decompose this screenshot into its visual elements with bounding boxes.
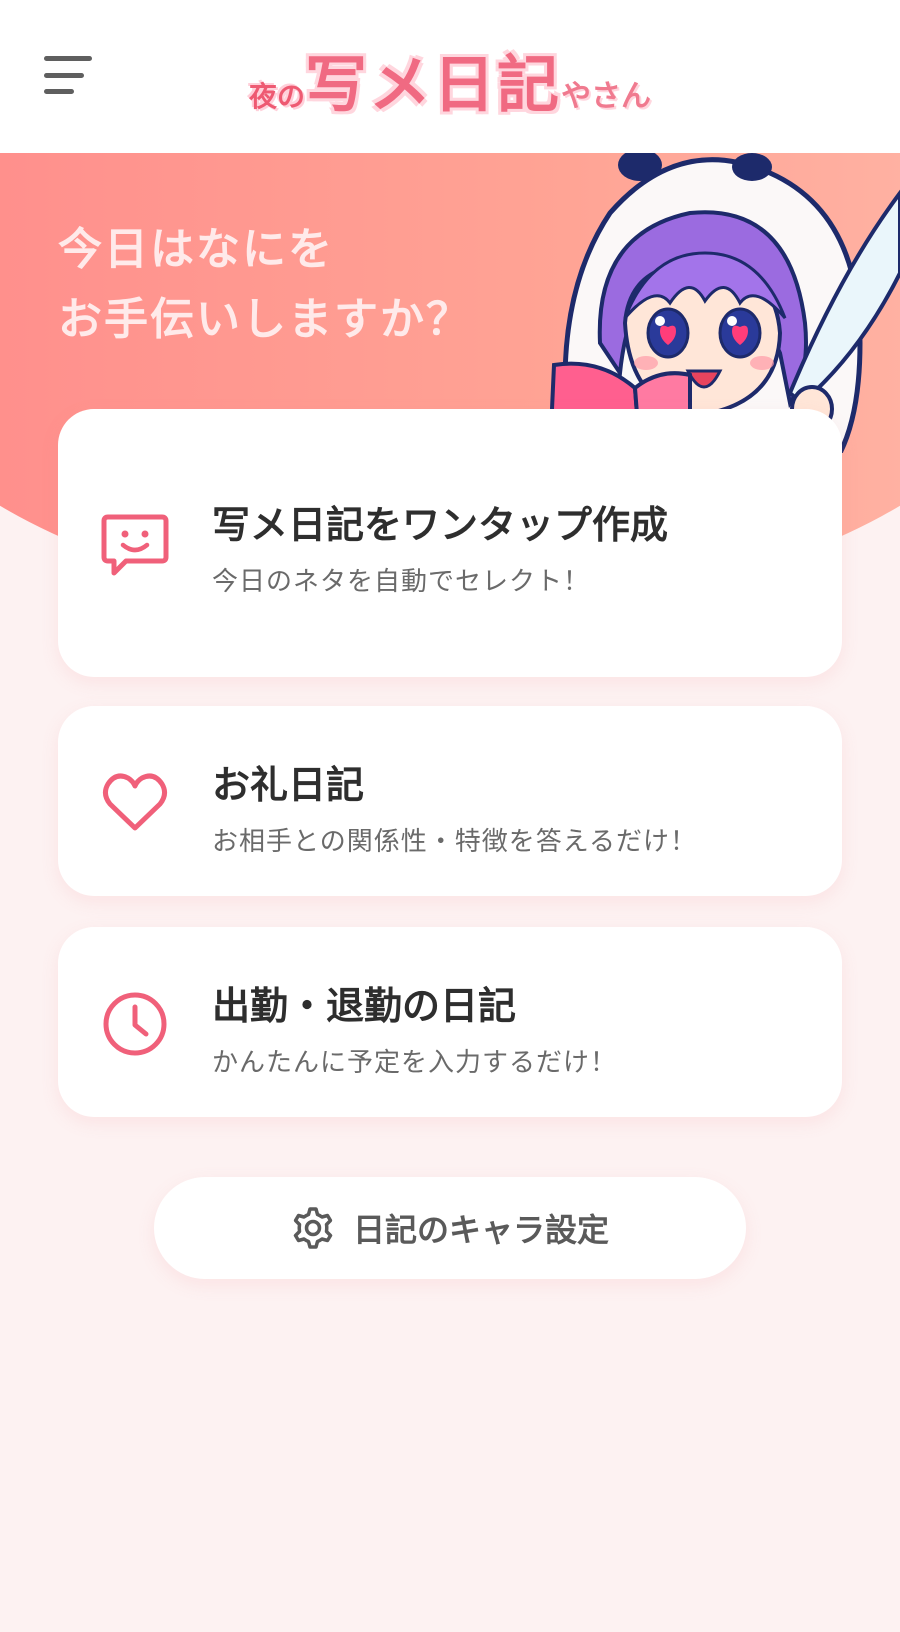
gear-icon: [293, 1207, 333, 1249]
heart-icon: [102, 773, 168, 831]
greeting-line-1: 今日はなにを: [58, 224, 334, 275]
card-subtitle: 今日のネタを自動でセレクト！: [212, 567, 591, 597]
card-subtitle: お相手との関係性・特徴を答えるだけ！: [212, 827, 697, 857]
card-title: お礼日記: [212, 763, 365, 807]
one-tap-diary-card[interactable]: 写メ日記をワンタップ作成 今日のネタを自動でセレクト！: [58, 409, 842, 677]
logo-prefix-no: の: [276, 80, 305, 113]
clock-icon: [103, 992, 167, 1056]
logo-suffix: やさん: [561, 79, 652, 114]
settings-label: 日記のキャラ設定: [352, 1211, 609, 1249]
greeting-text: 今日はなにを お手伝いしますか？: [58, 215, 578, 355]
card-subtitle: かんたんに予定を入力するだけ！: [212, 1048, 618, 1078]
character-settings-button[interactable]: 日記のキャラ設定: [154, 1177, 746, 1279]
logo-prefix: 夜: [248, 80, 277, 113]
logo-main: 写メ日記: [305, 48, 562, 121]
chat-smile-icon: [101, 514, 169, 576]
thank-you-diary-card[interactable]: お礼日記 お相手との関係性・特徴を答えるだけ！: [58, 706, 842, 896]
app-logo: 夜の写メ日記やさん: [0, 34, 900, 124]
greeting-line-2: お手伝いしますか？: [58, 294, 472, 345]
card-title: 出勤・退勤の日記: [212, 984, 517, 1028]
card-title: 写メ日記をワンタップ作成: [212, 503, 669, 547]
shift-diary-card[interactable]: 出勤・退勤の日記 かんたんに予定を入力するだけ！: [58, 927, 842, 1117]
app-header: 夜の写メ日記やさん: [0, 0, 900, 153]
mascot-illustration: [547, 153, 900, 453]
